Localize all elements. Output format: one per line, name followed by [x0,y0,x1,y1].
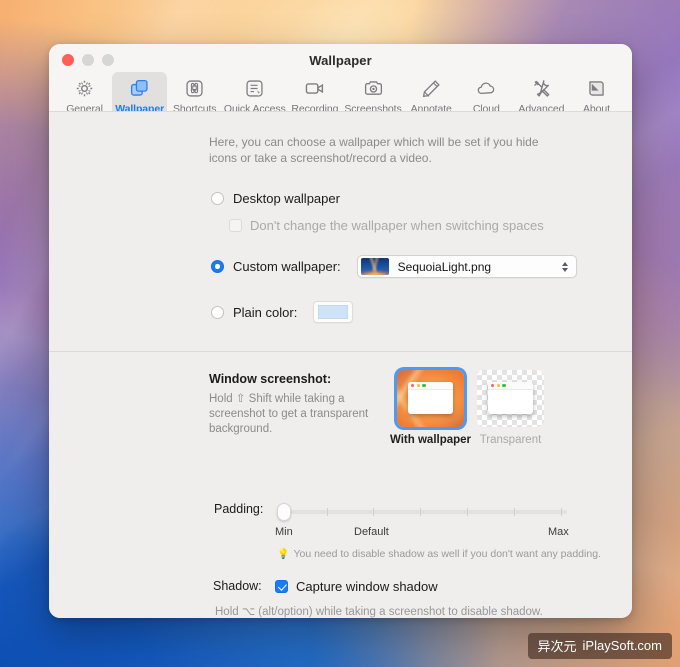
toolbar-tabs: General Wallpaper Shortcuts Quick Access… [49,72,632,119]
video-camera-icon [304,77,325,100]
watermark-cn: 异次元 [537,640,577,655]
layers-icon [129,77,150,100]
curl-page-icon [586,77,607,100]
dont-change-label: Don't change the wallpaper when switchin… [250,218,544,233]
slider-thumb[interactable] [277,503,291,521]
with-wallpaper-preview[interactable] [397,370,464,427]
watermark-en: iPlaySoft.com [582,638,662,653]
slider-tick [467,508,468,516]
preferences-window: Wallpaper General Wallpaper Shortcuts Qu… [49,44,632,618]
custom-wallpaper-label: Custom wallpaper: [233,259,341,274]
plain-color-label: Plain color: [233,304,298,320]
mini-window-preview [488,382,533,414]
mini-window-preview [408,382,453,414]
window-screenshot-hint: Hold ⇧ Shift while taking a screenshot t… [209,393,369,435]
custom-wallpaper-option[interactable]: Custom wallpaper: SequoiaLight.png [211,255,632,278]
shadow-label: Shadow: [213,579,262,593]
padding-slider[interactable] [277,503,567,521]
capture-shadow-option[interactable]: Capture window shadow [275,579,438,594]
option-caption: With wallpaper [389,434,472,446]
dont-change-checkbox[interactable] [229,219,242,232]
slider-tick [561,508,562,516]
wallpaper-file-dropdown[interactable]: SequoiaLight.png [356,255,577,278]
color-swatch [318,305,349,319]
option-with-wallpaper[interactable]: With wallpaper [390,370,471,446]
wallpaper-thumbnail-icon [360,258,389,275]
wallpaper-file-name: SequoiaLight.png [397,259,492,274]
window-screenshot-label: Window screenshot: [209,372,332,386]
lightbulb-icon: 💡 [277,548,290,560]
cloud-icon [476,77,497,100]
watermark: 异次元 iPlaySoft.com [527,633,672,659]
quick-access-icon [244,77,265,100]
padding-min-label: Min [275,526,293,538]
tools-icon [531,77,552,100]
slider-track[interactable] [277,510,567,514]
gear-icon [74,77,95,100]
camera-icon [363,77,384,100]
dont-change-option[interactable]: Don't change the wallpaper when switchin… [229,218,632,233]
slider-tick [327,508,328,516]
window-titlebar: Wallpaper General Wallpaper Shortcuts Qu… [49,44,632,119]
slider-tick [514,508,515,516]
padding-label: Padding: [214,502,264,516]
command-key-icon [184,77,205,100]
transparent-preview[interactable] [477,370,544,427]
shadow-hint: Hold ⌥ (alt/option) while taking a scree… [215,606,543,618]
plain-color-option[interactable]: Plain color: [211,301,632,323]
padding-note: 💡 You need to disable shadow as well if … [277,548,601,560]
screenshot-style-options: With wallpaper Transparent [390,370,544,446]
padding-note-text: You need to disable shadow as well if yo… [293,548,601,560]
section-intro-text: Here, you can choose a wallpaper which w… [209,135,539,165]
settings-content: Here, you can choose a wallpaper which w… [49,112,632,618]
capture-shadow-checkbox[interactable] [275,580,288,593]
custom-wallpaper-radio[interactable] [211,260,224,273]
pencil-icon [421,77,442,100]
slider-tick [373,508,374,516]
wallpaper-section: Here, you can choose a wallpaper which w… [49,112,632,323]
padding-default-label: Default [354,526,389,538]
chevron-updown-icon [559,261,572,272]
desktop-wallpaper-option[interactable]: Desktop wallpaper [211,191,632,206]
desktop-wallpaper-radio[interactable] [211,192,224,205]
capture-shadow-label: Capture window shadow [296,579,438,594]
window-title: Wallpaper [309,53,372,68]
plain-color-radio[interactable] [211,305,224,319]
padding-max-label: Max [548,526,569,538]
capture-section: Window screenshot: Hold ⇧ Shift while ta… [49,352,632,618]
option-transparent[interactable]: Transparent [477,370,544,446]
desktop-background: Wallpaper General Wallpaper Shortcuts Qu… [0,0,680,667]
option-caption: Transparent [479,434,542,446]
slider-tick [420,508,421,516]
plain-color-well[interactable] [313,301,354,323]
desktop-wallpaper-label: Desktop wallpaper [233,191,340,206]
